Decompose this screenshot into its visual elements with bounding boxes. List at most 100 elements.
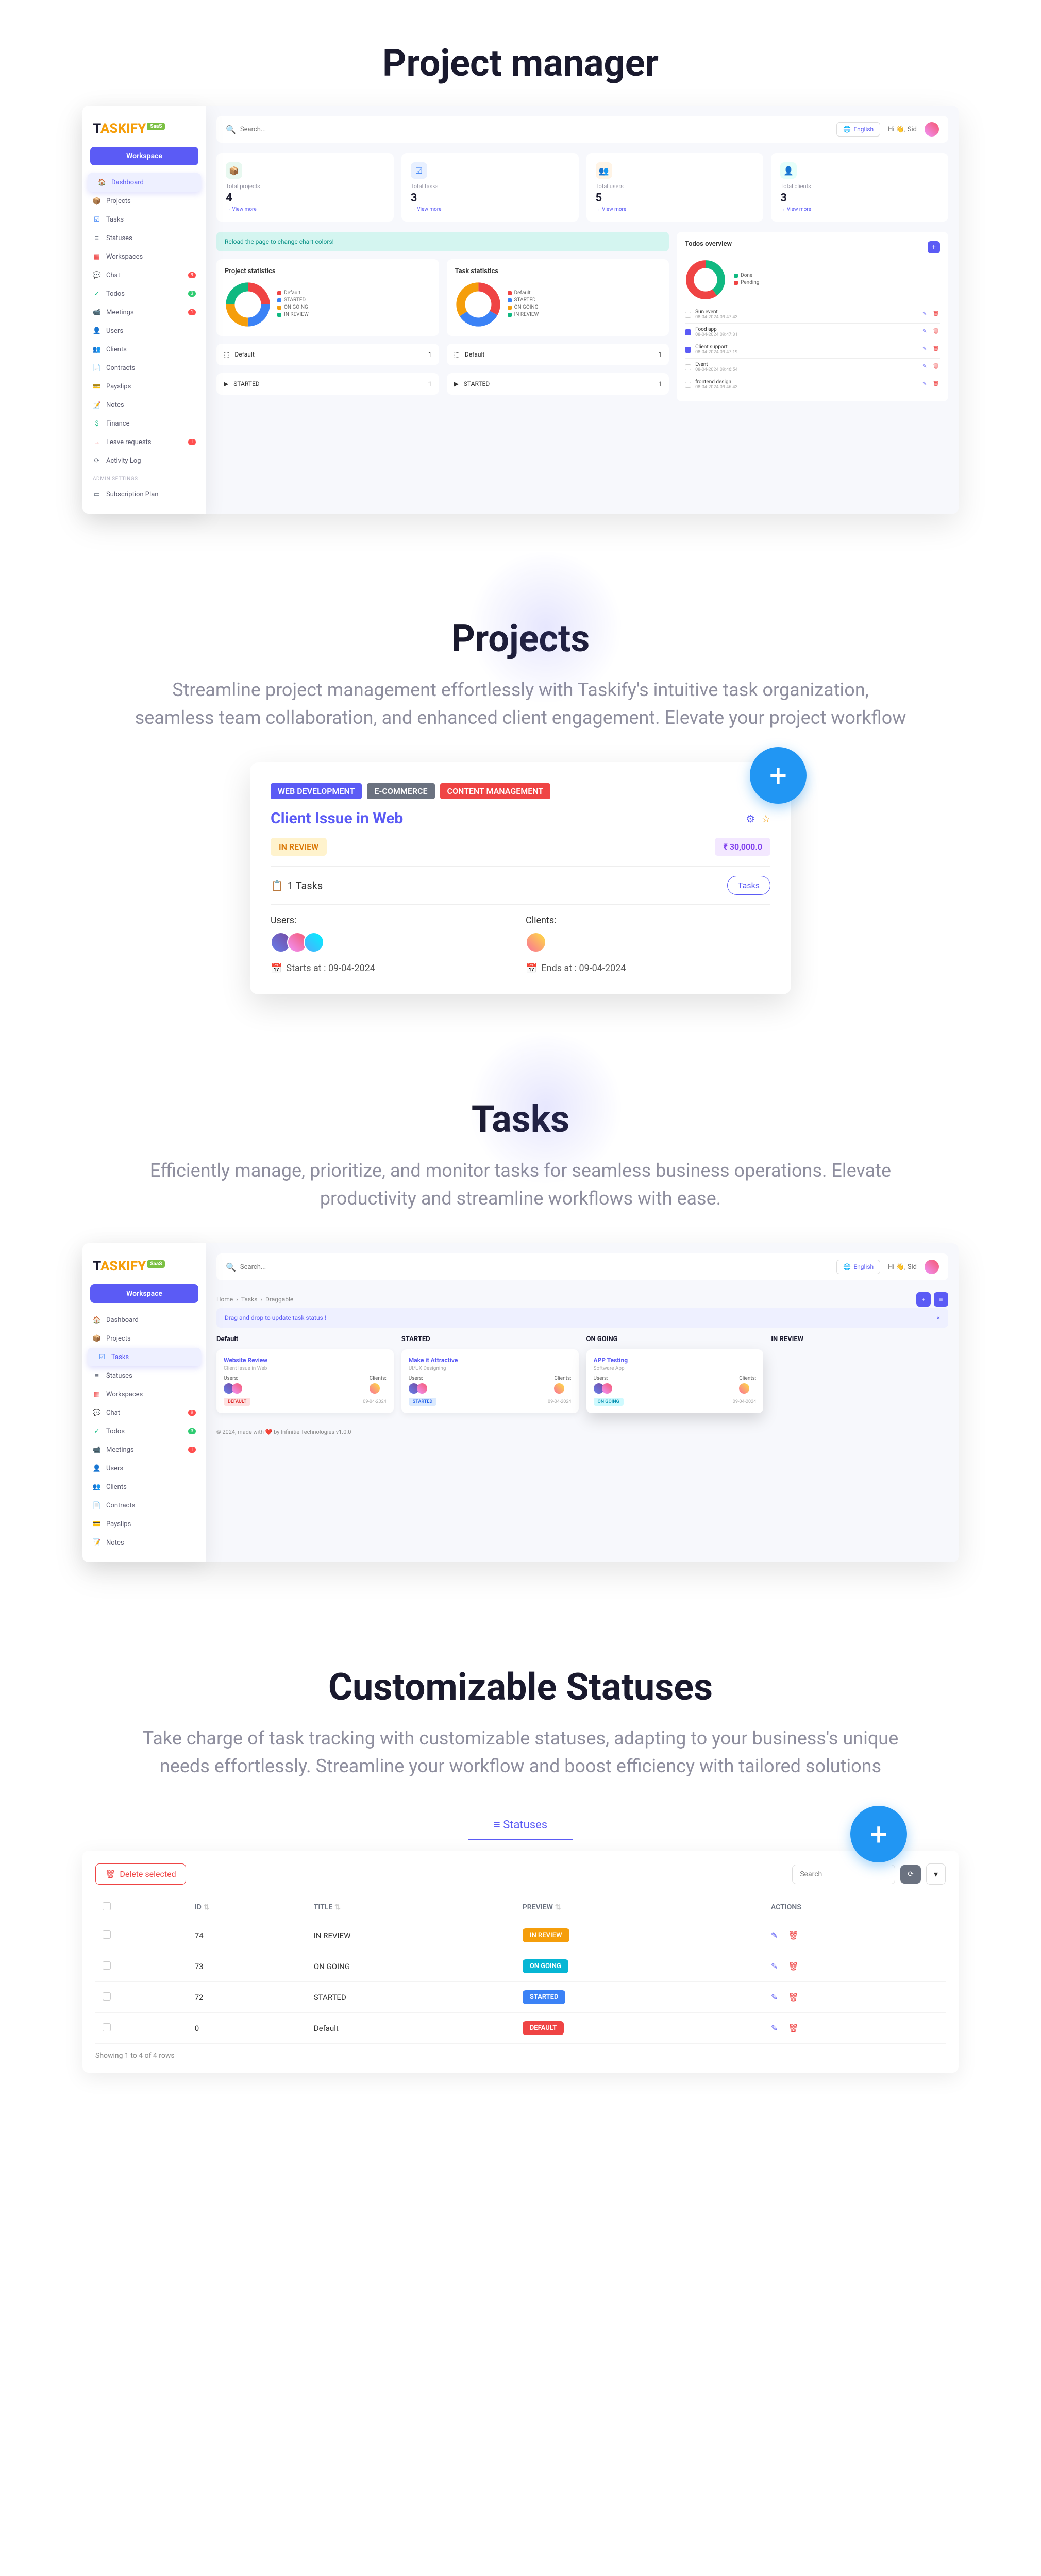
status-item[interactable]: ▶ STARTED 1 [447, 373, 669, 395]
delete-icon[interactable]: 🗑 [788, 1992, 798, 2002]
sidebar-item-users[interactable]: 👤Users [82, 321, 206, 340]
select-all-checkbox[interactable] [103, 1902, 111, 1910]
edit-icon[interactable]: ✎ [771, 1930, 778, 1940]
avatar[interactable] [925, 1260, 939, 1274]
sidebar-item-activity-log[interactable]: ⟳Activity Log [82, 451, 206, 470]
edit-icon[interactable]: ✎ [922, 346, 930, 353]
todo-checkbox[interactable] [685, 347, 691, 353]
sidebar-item-workspaces[interactable]: ▦Workspaces [82, 1385, 206, 1403]
language-button[interactable]: 🌐 English [836, 122, 880, 137]
edit-icon[interactable]: ✎ [771, 2023, 778, 2033]
sidebar-item-dashboard[interactable]: 🏠Dashboard [82, 1311, 206, 1329]
search-input[interactable] [240, 126, 829, 133]
delete-icon[interactable]: 🗑 [788, 1930, 798, 1940]
status-item[interactable]: ⬚ Default 1 [447, 344, 669, 365]
sidebar-item-workspaces[interactable]: ▦Workspaces [82, 247, 206, 266]
stat-link[interactable]: → View more [596, 207, 754, 212]
edit-icon[interactable]: ✎ [771, 1961, 778, 1971]
delete-icon[interactable]: 🗑 [788, 2023, 798, 2033]
close-icon[interactable]: × [937, 1314, 940, 1321]
sidebar-item-tasks[interactable]: ☑Tasks [88, 1348, 201, 1366]
sidebar-item-meetings[interactable]: 📹Meetings1 [82, 303, 206, 321]
edit-icon[interactable]: ✎ [771, 1992, 778, 2002]
edit-icon[interactable]: ✎ [922, 364, 930, 371]
sidebar-item-notes[interactable]: 📝Notes [82, 1533, 206, 1552]
delete-icon[interactable]: 🗑 [933, 329, 940, 336]
search-input[interactable] [240, 1263, 829, 1271]
avatar[interactable] [925, 122, 939, 137]
row-checkbox[interactable] [103, 1930, 111, 1939]
sidebar-item-chat[interactable]: 💬Chat9 [82, 1403, 206, 1422]
search-box[interactable]: 🔍 [226, 1262, 829, 1272]
workspace-button[interactable]: Workspace [90, 1284, 198, 1303]
sidebar-item-meetings[interactable]: 📹Meetings1 [82, 1440, 206, 1459]
delete-icon[interactable]: 🗑 [788, 1961, 798, 1971]
table-header[interactable]: TITLE⇅ [307, 1895, 515, 1920]
add-button[interactable]: + [916, 1292, 931, 1307]
search-box[interactable]: 🔍 [226, 125, 829, 134]
row-checkbox[interactable] [103, 2023, 111, 2031]
delete-icon[interactable]: 🗑 [933, 364, 940, 371]
kanban-card[interactable]: Website Review Client Issue in Web Users… [216, 1349, 394, 1413]
status-item[interactable]: ⬚ Default 1 [216, 344, 439, 365]
sidebar-item-chat[interactable]: 💬Chat9 [82, 266, 206, 284]
delete-icon[interactable]: 🗑 [933, 381, 940, 388]
sidebar-item-todos[interactable]: ✓Todos3 [82, 284, 206, 303]
row-checkbox[interactable] [103, 1961, 111, 1970]
sidebar-item-finance[interactable]: $Finance [82, 414, 206, 433]
sidebar-item-statuses[interactable]: ≡Statuses [82, 229, 206, 247]
refresh-button[interactable]: ⟳ [900, 1865, 921, 1884]
gear-icon[interactable]: ⚙ [746, 812, 755, 825]
sidebar-item-leave-requests[interactable]: →Leave requests1 [82, 433, 206, 451]
sidebar-item-projects[interactable]: 📦Projects [82, 192, 206, 210]
status-item[interactable]: ▶ STARTED 1 [216, 373, 439, 395]
todo-checkbox[interactable] [685, 382, 691, 388]
table-header[interactable]: ACTIONS [764, 1895, 946, 1920]
statuses-tab[interactable]: ≡ Statuses [468, 1811, 573, 1840]
stat-link[interactable]: → View more [226, 207, 384, 212]
stat-link[interactable]: → View more [780, 207, 939, 212]
kanban-card[interactable]: APP Testing Software App Users: Clients:… [586, 1349, 764, 1413]
edit-icon[interactable]: ✎ [922, 311, 930, 318]
edit-icon[interactable]: ✎ [922, 329, 930, 336]
delete-selected-button[interactable]: 🗑 Delete selected [95, 1863, 186, 1885]
project-title[interactable]: Client Issue in Web [271, 809, 403, 827]
sidebar-item-notes[interactable]: 📝Notes [82, 396, 206, 414]
delete-icon[interactable]: 🗑 [933, 346, 940, 353]
todo-checkbox[interactable] [685, 364, 691, 370]
todo-checkbox[interactable] [685, 312, 691, 318]
sidebar-item-contracts[interactable]: 📄Contracts [82, 359, 206, 377]
breadcrumb-item[interactable]: Home [216, 1296, 233, 1303]
table-search-input[interactable] [792, 1865, 895, 1884]
tasks-button[interactable]: Tasks [727, 876, 770, 895]
breadcrumb-item[interactable]: Draggable [265, 1296, 293, 1303]
list-view-button[interactable]: ≡ [934, 1292, 948, 1307]
sidebar-item-clients[interactable]: 👥Clients [82, 340, 206, 359]
sidebar-item-payslips[interactable]: 💳Payslips [82, 377, 206, 396]
delete-icon[interactable]: 🗑 [933, 311, 940, 318]
sidebar-item-payslips[interactable]: 💳Payslips [82, 1515, 206, 1533]
kanban-card[interactable]: Make it Attractive UI/UX Designing Users… [401, 1349, 579, 1413]
language-button[interactable]: 🌐 English [836, 1260, 880, 1274]
sidebar-item-statuses[interactable]: ≡Statuses [82, 1366, 206, 1385]
add-status-fab[interactable]: + [850, 1806, 907, 1862]
sidebar-item-users[interactable]: 👤Users [82, 1459, 206, 1478]
sidebar-item-subscription-plan[interactable]: ▭Subscription Plan [82, 485, 206, 503]
workspace-button[interactable]: Workspace [90, 147, 198, 165]
sidebar-item-dashboard[interactable]: 🏠Dashboard [88, 173, 201, 192]
star-icon[interactable]: ☆ [761, 812, 770, 825]
breadcrumb-item[interactable]: Tasks [241, 1296, 258, 1303]
row-checkbox[interactable] [103, 1992, 111, 2001]
sidebar-item-tasks[interactable]: ☑Tasks [82, 210, 206, 229]
table-header[interactable]: ID⇅ [188, 1895, 307, 1920]
edit-icon[interactable]: ✎ [922, 381, 930, 388]
add-todo-button[interactable]: + [928, 241, 940, 253]
sidebar-item-contracts[interactable]: 📄Contracts [82, 1496, 206, 1515]
sidebar-item-projects[interactable]: 📦Projects [82, 1329, 206, 1348]
todo-checkbox[interactable] [685, 329, 691, 335]
columns-toggle-button[interactable]: ▾ [926, 1863, 946, 1885]
table-header[interactable] [95, 1895, 188, 1920]
table-header[interactable]: PREVIEW⇅ [515, 1895, 764, 1920]
sidebar-item-clients[interactable]: 👥Clients [82, 1478, 206, 1496]
add-project-fab[interactable]: + [750, 747, 807, 804]
